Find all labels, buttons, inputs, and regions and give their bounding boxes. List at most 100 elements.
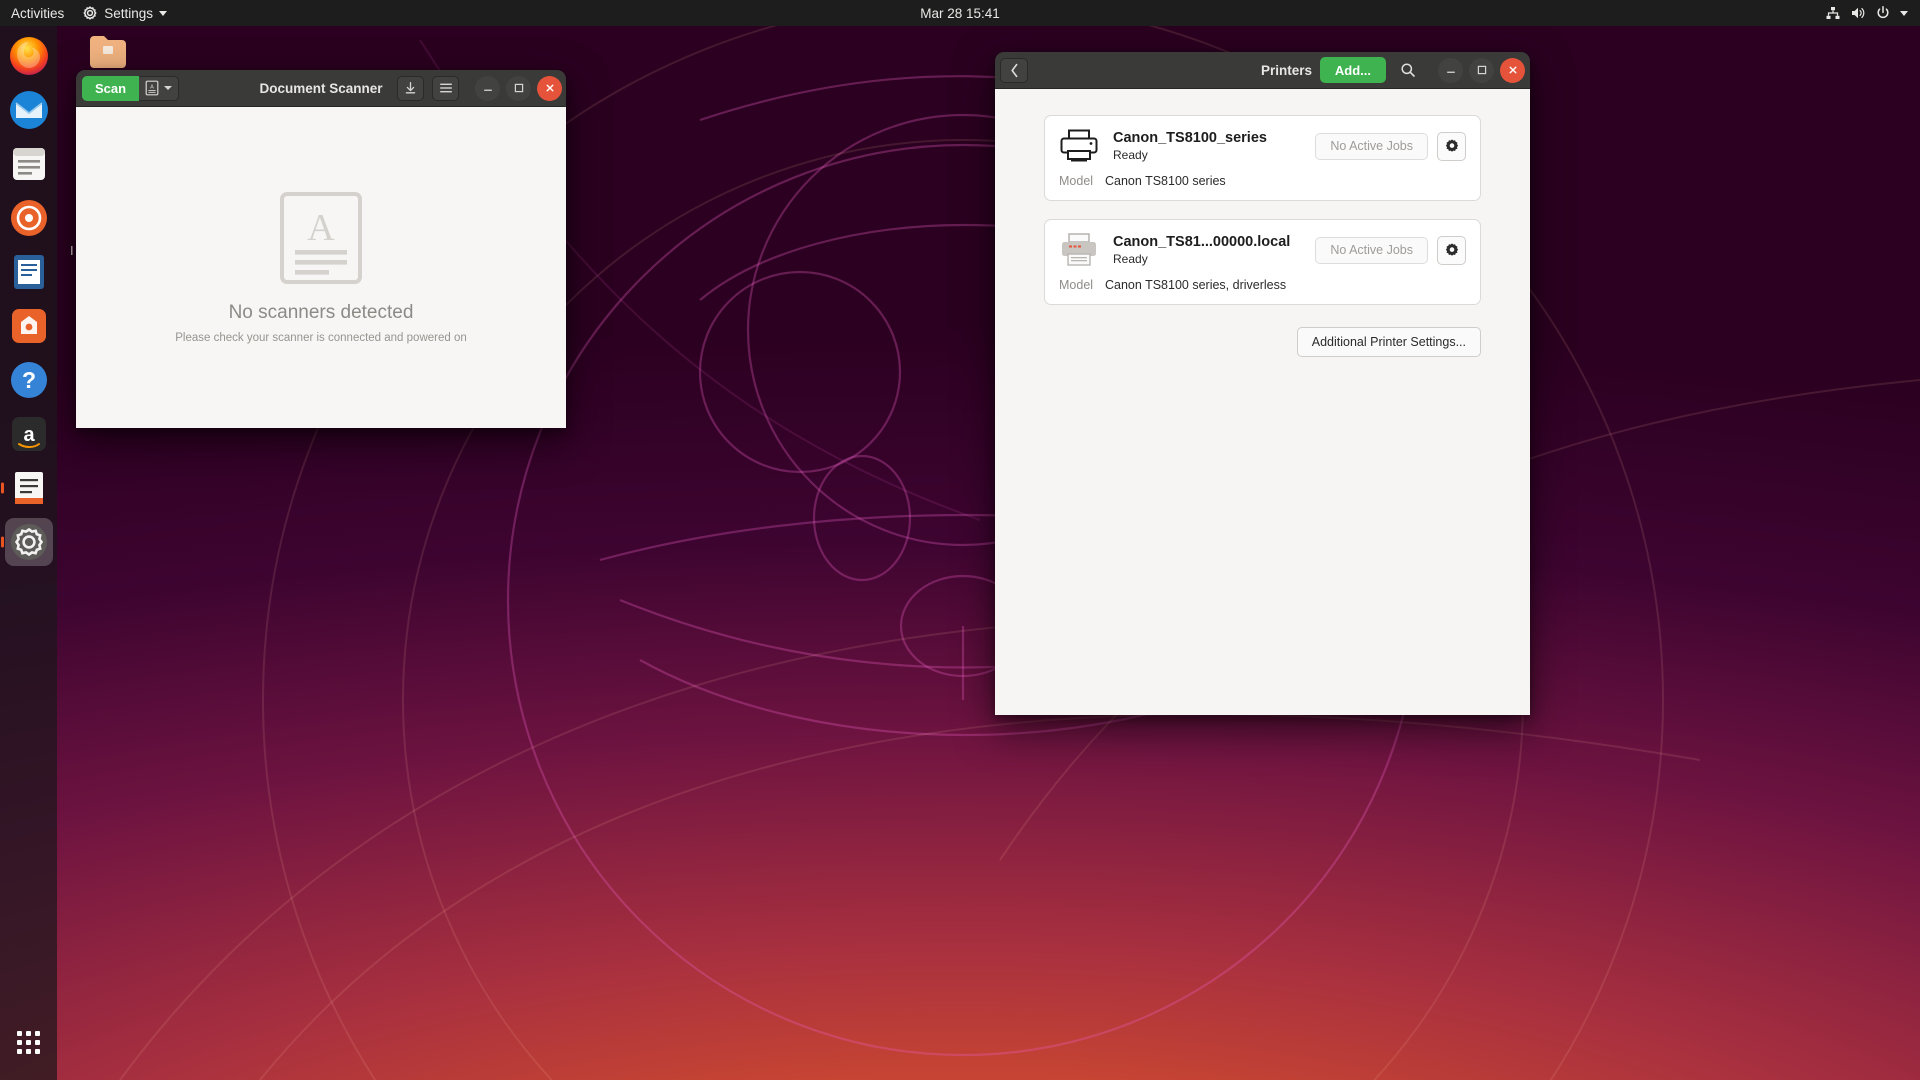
printer-jobs-button[interactable]: No Active Jobs xyxy=(1315,132,1428,160)
thunderbird-icon xyxy=(9,91,48,129)
dock-item-files[interactable] xyxy=(5,140,53,188)
dock-item-firefox[interactable] xyxy=(5,32,53,80)
printer-name: Canon_TS81...00000.local xyxy=(1113,234,1291,250)
scanner-minimize-button[interactable] xyxy=(475,75,500,101)
printer-jobs-button[interactable]: No Active Jobs xyxy=(1315,236,1428,264)
scanner-window-controls xyxy=(469,75,562,101)
printer-filled-icon xyxy=(1062,233,1096,266)
desktop-folder-icon[interactable] xyxy=(88,34,128,70)
clock-label: Mar 28 15:41 xyxy=(920,5,1000,21)
scanner-header-actions xyxy=(397,75,562,101)
desktop-occluded-label: I xyxy=(70,243,74,258)
printer-jobs-label: No Active Jobs xyxy=(1330,139,1413,153)
maximize-icon xyxy=(1477,65,1486,75)
dock-item-thunderbird[interactable] xyxy=(5,86,53,134)
show-applications-button[interactable] xyxy=(5,1018,53,1066)
printer-model-row: Model Canon TS8100 series, driverless xyxy=(1045,278,1480,304)
app-menu-label: Settings xyxy=(104,5,154,21)
no-scanners-title: No scanners detected xyxy=(228,301,414,323)
printer-card-header: Canon_TS8100_series Ready No Active Jobs xyxy=(1045,116,1480,174)
search-button[interactable] xyxy=(1395,57,1421,83)
printer-model-label: Model xyxy=(1059,174,1094,188)
hamburger-menu-icon xyxy=(439,83,452,93)
chevron-down-icon xyxy=(164,86,173,90)
printer-model-value: Canon TS8100 series xyxy=(1105,174,1226,188)
gear-icon xyxy=(1445,243,1458,256)
dock-item-rhythmbox[interactable] xyxy=(5,194,53,242)
dock-item-libreoffice-writer[interactable] xyxy=(5,248,53,296)
scanner-close-button[interactable] xyxy=(537,75,562,101)
scanner-menu-button[interactable] xyxy=(432,75,459,101)
folder-icon xyxy=(90,36,126,68)
app-menu-button[interactable]: Settings xyxy=(73,0,176,26)
printer-jobs-label: No Active Jobs xyxy=(1330,243,1413,257)
rhythmbox-icon xyxy=(10,200,47,236)
ubuntu-software-icon xyxy=(11,309,46,343)
scanner-maximize-button[interactable] xyxy=(506,75,531,101)
printer-model-value: Canon TS8100 series, driverless xyxy=(1105,278,1287,292)
svg-text:a: a xyxy=(23,424,35,446)
clock-button[interactable]: Mar 28 15:41 xyxy=(911,0,1009,26)
printer-card[interactable]: Canon_TS8100_series Ready No Active Jobs… xyxy=(1044,115,1481,201)
dock-item-settings[interactable] xyxy=(4,518,53,566)
search-icon xyxy=(1401,63,1415,77)
dock-item-amazon[interactable]: a xyxy=(5,410,53,458)
scan-button[interactable]: Scan xyxy=(82,75,140,101)
save-document-button[interactable] xyxy=(397,75,424,101)
dock-item-text-editor[interactable] xyxy=(5,464,53,512)
printer-settings-button[interactable] xyxy=(1437,235,1466,265)
scan-button-label: Scan xyxy=(95,80,127,96)
dock-item-ubuntu-software[interactable] xyxy=(5,302,53,350)
top-bar: Activities Settings Mar 28 15:41 xyxy=(0,0,1920,26)
minimize-icon xyxy=(1446,71,1455,73)
printers-close-button[interactable] xyxy=(1500,57,1525,83)
close-icon xyxy=(1509,66,1516,74)
printer-state: Ready xyxy=(1113,148,1148,162)
printer-card-texts: Canon_TS81...00000.local Ready xyxy=(1113,234,1315,266)
svg-text:?: ? xyxy=(21,367,35,393)
firefox-icon xyxy=(9,37,48,75)
files-icon xyxy=(12,148,45,180)
back-button[interactable] xyxy=(1000,57,1028,83)
printer-card-texts: Canon_TS8100_series Ready xyxy=(1113,130,1315,162)
volume-icon xyxy=(1852,7,1865,19)
scanner-window-title: Document Scanner xyxy=(259,80,383,96)
printer-state: Ready xyxy=(1113,252,1148,266)
printers-header-actions: Add... xyxy=(1319,57,1525,83)
additional-printer-settings-button[interactable]: Additional Printer Settings... xyxy=(1296,327,1481,357)
add-printer-button[interactable]: Add... xyxy=(1319,57,1386,83)
printers-minimize-button[interactable] xyxy=(1438,57,1463,83)
printer-settings-button[interactable] xyxy=(1437,131,1466,161)
libreoffice-writer-icon xyxy=(13,255,44,289)
add-printer-label: Add... xyxy=(1334,62,1371,78)
printer-card[interactable]: Canon_TS81...00000.local Ready No Active… xyxy=(1044,219,1481,305)
maximize-icon xyxy=(514,83,523,93)
network-wired-icon xyxy=(1826,7,1840,19)
chevron-left-icon xyxy=(1010,63,1017,77)
additional-settings-row: Additional Printer Settings... xyxy=(1044,327,1481,357)
printers-content-area: Canon_TS8100_series Ready No Active Jobs… xyxy=(995,89,1530,715)
text-editor-icon xyxy=(14,472,43,504)
printers-maximize-button[interactable] xyxy=(1469,57,1494,83)
printer-model-row: Model Canon TS8100 series xyxy=(1045,174,1480,200)
activities-button[interactable]: Activities xyxy=(2,0,73,26)
svg-text:A: A xyxy=(307,207,335,249)
document-placeholder-icon: A xyxy=(280,191,362,284)
chevron-down-icon xyxy=(1900,10,1908,16)
amazon-icon: a xyxy=(11,417,46,451)
minimize-icon xyxy=(483,89,492,91)
dock-item-help[interactable]: ? xyxy=(5,356,53,404)
scan-type-dropdown[interactable]: A xyxy=(139,75,180,101)
printers-window: Printers Add... Canon_TS8100_series Read… xyxy=(995,52,1530,715)
settings-gear-icon xyxy=(10,524,47,560)
activities-label: Activities xyxy=(11,5,65,21)
system-indicators[interactable] xyxy=(1817,0,1916,26)
chevron-down-icon xyxy=(159,10,168,16)
help-icon: ? xyxy=(10,362,47,398)
printers-window-controls xyxy=(1432,57,1525,83)
app-grid-icon xyxy=(17,1030,40,1054)
printers-window-title: Printers xyxy=(1261,62,1313,78)
scanner-content-area: A No scanners detected Please check your… xyxy=(76,107,566,428)
scan-control-group: Scan A xyxy=(82,75,180,101)
printer-model-label: Model xyxy=(1059,278,1094,292)
